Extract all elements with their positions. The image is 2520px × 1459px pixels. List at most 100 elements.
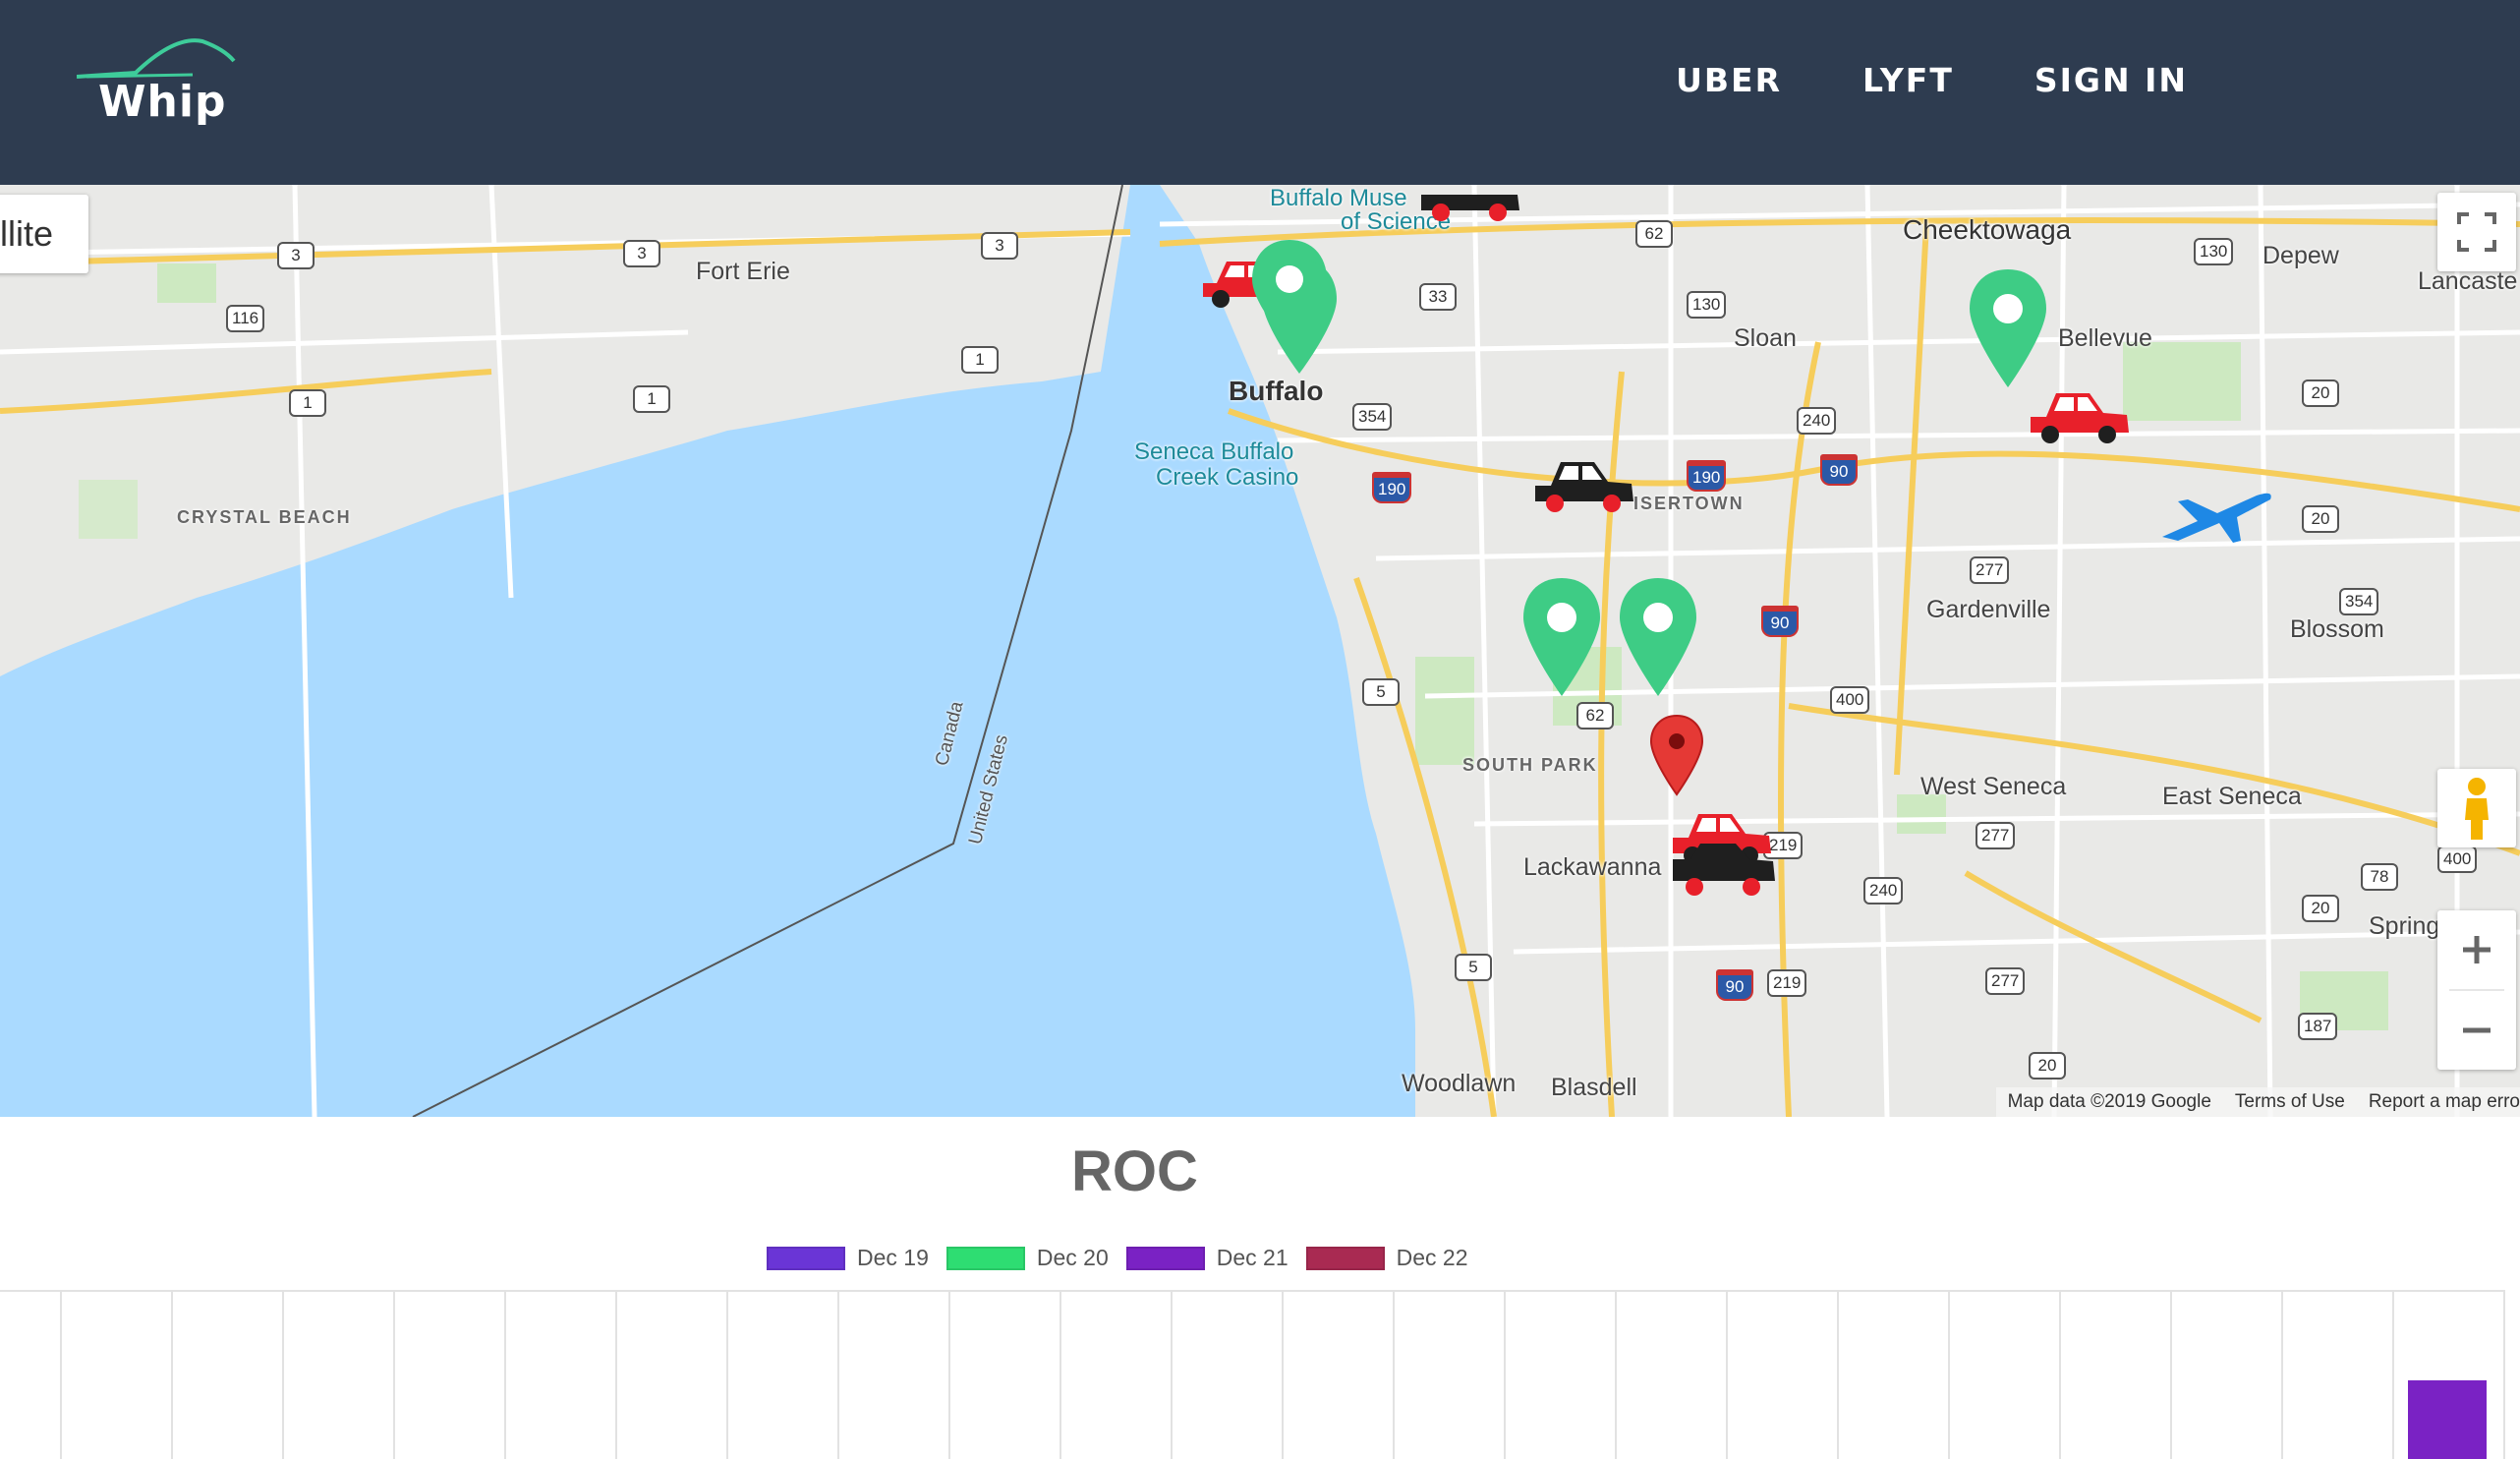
label-woodlawn: Woodlawn: [1402, 1070, 1517, 1097]
route-shield: 3: [623, 240, 660, 267]
route-shield: 20: [2029, 1052, 2066, 1080]
legend-swatch: [1305, 1246, 1385, 1270]
label-blasdell: Blasdell: [1551, 1074, 1637, 1101]
whip-logo[interactable]: Whip: [77, 29, 244, 138]
route-shield: 3: [277, 242, 315, 269]
chart-section: ROC Dec 19 Dec 20 Dec 21 Dec 22: [0, 1117, 2520, 1459]
interstate-shield: 190: [1372, 472, 1412, 503]
map-view[interactable]: Fort Erie CRYSTAL BEACH Buffalo Buffalo …: [0, 185, 2520, 1117]
label-lackawanna: Lackawanna: [1523, 853, 1662, 881]
route-shield: 1: [633, 385, 670, 413]
current-location-pin-icon[interactable]: [1649, 714, 1704, 798]
location-pin-icon[interactable]: [1518, 574, 1606, 702]
street-view-button[interactable]: [2437, 769, 2516, 847]
legend-item-dec-20[interactable]: Dec 20: [945, 1245, 1109, 1271]
route-shield: 219: [1767, 969, 1807, 997]
fullscreen-icon: [2457, 212, 2496, 252]
zoom-controls: [2437, 910, 2516, 1070]
label-crystal-beach: CRYSTAL BEACH: [177, 507, 352, 527]
legend-label: Dec 21: [1216, 1245, 1289, 1270]
label-sloan: Sloan: [1734, 324, 1797, 352]
zoom-in-button[interactable]: [2437, 910, 2516, 989]
report-map-error-link[interactable]: Report a map erro: [2369, 1091, 2520, 1113]
label-spring: Spring: [2369, 912, 2440, 940]
car-icon[interactable]: [1415, 185, 1523, 224]
interstate-shield: 90: [1716, 969, 1753, 1001]
chart-gridlines: [0, 1290, 2505, 1459]
legend-label: Dec 22: [1396, 1245, 1468, 1270]
map-type-satellite-button[interactable]: llite: [0, 195, 88, 273]
label-bellevue: Bellevue: [2058, 324, 2152, 352]
route-shield: 400: [2437, 846, 2478, 873]
label-south-park: SOUTH PARK: [1462, 755, 1598, 775]
legend-item-dec-19[interactable]: Dec 19: [767, 1245, 929, 1271]
label-fort-erie: Fort Erie: [696, 258, 790, 285]
route-shield: 240: [1797, 407, 1837, 435]
label-kaisertown: ISERTOWN: [1633, 494, 1745, 513]
route-shield: 20: [2302, 379, 2339, 407]
fullscreen-button[interactable]: [2437, 193, 2516, 271]
route-shield: 5: [1362, 678, 1400, 706]
car-icon[interactable]: [1529, 446, 1637, 515]
label-casino-line1: Seneca Buffalo: [1134, 438, 1294, 465]
route-shield: 116: [226, 305, 265, 332]
legend-swatch: [767, 1246, 845, 1270]
main-nav: UBER LYFT SIGN IN: [1676, 61, 2188, 99]
route-shield: 62: [1635, 220, 1673, 248]
zoom-out-icon: [2463, 1027, 2491, 1033]
route-shield: 20: [2302, 895, 2339, 922]
legend-label: Dec 20: [1036, 1245, 1109, 1270]
terms-of-use-link[interactable]: Terms of Use: [2235, 1091, 2345, 1113]
legend-item-dec-21[interactable]: Dec 21: [1125, 1245, 1289, 1271]
location-pin-icon[interactable]: [1234, 236, 1362, 383]
route-shield: 354: [2339, 588, 2379, 615]
interstate-shield: 90: [1761, 606, 1799, 637]
map-data-text: Map data ©2019 Google: [2007, 1091, 2211, 1112]
interstate-shield: 90: [1820, 454, 1858, 486]
nav-lyft[interactable]: LYFT: [1862, 61, 1954, 99]
legend-label: Dec 19: [857, 1245, 929, 1270]
route-shield: 78: [2361, 863, 2398, 891]
route-shield: 354: [1352, 403, 1393, 431]
route-shield: 130: [1687, 291, 1727, 319]
route-shield: 1: [961, 346, 999, 374]
chart-title: ROC: [1071, 1139, 1198, 1203]
route-shield: 62: [1576, 702, 1614, 730]
legend-swatch: [945, 1246, 1025, 1270]
chart-plot-area: [0, 1290, 2505, 1459]
nav-uber[interactable]: UBER: [1676, 61, 1782, 99]
route-shield: 20: [2302, 505, 2339, 533]
route-shield: 5: [1455, 954, 1492, 981]
label-east-seneca: East Seneca: [2162, 783, 2302, 810]
label-gardenville: Gardenville: [1926, 596, 2051, 623]
route-shield: 277: [1985, 967, 2026, 995]
nav-sign-in[interactable]: SIGN IN: [2034, 61, 2188, 99]
zoom-in-icon: [2463, 936, 2491, 963]
route-shield: 240: [1863, 877, 1904, 905]
chart-legend: Dec 19 Dec 20 Dec 21 Dec 22: [767, 1245, 1468, 1271]
chart-bar[interactable]: [2408, 1380, 2487, 1459]
route-shield: 3: [981, 232, 1018, 260]
route-shield: 277: [1976, 822, 2016, 849]
label-west-seneca: West Seneca: [1920, 773, 2067, 800]
route-shield: 130: [2194, 238, 2234, 265]
legend-swatch: [1125, 1246, 1205, 1270]
location-pin-icon[interactable]: [1964, 265, 2052, 393]
route-shield: 400: [1830, 686, 1870, 714]
label-cheektowaga: Cheektowaga: [1903, 214, 2072, 245]
route-shield: 33: [1419, 283, 1457, 311]
label-depew: Depew: [2262, 242, 2339, 269]
pegman-icon: [2465, 778, 2489, 840]
map-attribution: Map data ©2019 Google Terms of Use Repor…: [1995, 1087, 2520, 1117]
zoom-out-button[interactable]: [2437, 991, 2516, 1070]
airplane-icon: [2162, 493, 2271, 543]
route-shield: 277: [1970, 556, 2010, 584]
top-navbar: Whip UBER LYFT SIGN IN: [0, 0, 2520, 185]
logo-text: Whip: [98, 77, 227, 127]
label-blossom: Blossom: [2290, 615, 2384, 643]
label-lancaster: Lancaste: [2418, 267, 2518, 295]
car-icon[interactable]: [1667, 838, 1779, 908]
label-casino-line2: Creek Casino: [1156, 464, 1299, 491]
location-pin-icon[interactable]: [1614, 574, 1702, 702]
legend-item-dec-22[interactable]: Dec 22: [1305, 1245, 1468, 1271]
